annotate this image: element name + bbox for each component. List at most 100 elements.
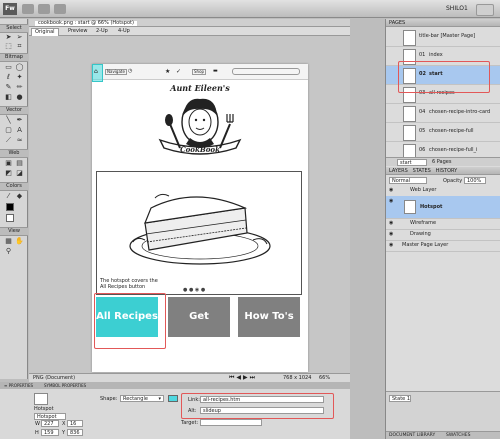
- layer-name: Hotspot: [420, 204, 443, 210]
- doc-type-label: PNG (Document): [33, 375, 76, 381]
- opacity-label: Opacity: [443, 178, 463, 184]
- playback-controls[interactable]: ⏮◀▶⏭: [229, 375, 257, 381]
- tools-panel: Select ➤ ➢ ⬚ ⌗ Bitmap ▭ ◯ ℓ ✦ ✎ ✏ ◧ ● Ve…: [0, 19, 28, 379]
- shape-select[interactable]: Rectangle ▾: [120, 395, 164, 402]
- eye-icon[interactable]: ◉: [389, 188, 395, 193]
- page-name: index: [429, 52, 443, 58]
- check-icon: ✓: [176, 68, 182, 75]
- tab-2up[interactable]: 2-Up: [93, 28, 111, 35]
- slice-tool-icon[interactable]: ▤: [15, 159, 24, 167]
- hotspot-color-swatch[interactable]: [168, 395, 178, 402]
- text-icon[interactable]: A: [15, 126, 24, 134]
- eye-icon[interactable]: ◉: [389, 199, 395, 204]
- stroke-color-swatch[interactable]: [6, 203, 14, 211]
- tab-states[interactable]: STATES: [413, 168, 431, 174]
- shop-button: Shop: [192, 69, 207, 75]
- height-field[interactable]: 159: [41, 429, 59, 436]
- tab-preview[interactable]: Preview: [65, 28, 90, 35]
- tab-layers[interactable]: LAYERS: [389, 168, 408, 174]
- page-nav-bar: ⌂ Navigate ◷ ★ ✓ Shop ▬: [92, 64, 308, 82]
- eraser-icon[interactable]: ◧: [4, 93, 13, 101]
- tab-document-library[interactable]: DOCUMENT LIBRARY: [389, 433, 435, 439]
- blur-icon[interactable]: ●: [15, 93, 24, 101]
- page-count: 6 Pages: [432, 159, 452, 165]
- fill-color-swatch[interactable]: [6, 214, 14, 222]
- knife-icon[interactable]: ⟋: [4, 136, 13, 144]
- scale-icon[interactable]: ⬚: [4, 42, 13, 50]
- zoom-icon[interactable]: [38, 4, 50, 14]
- tab-4up[interactable]: 4-Up: [115, 28, 133, 35]
- symbol-properties-tab[interactable]: SYMBOL PROPERTIES: [44, 383, 86, 388]
- zoom-level[interactable]: 66%: [319, 376, 330, 381]
- zoom-tool-icon[interactable]: ⚲: [4, 247, 13, 255]
- screen-mode-icon[interactable]: ▦: [4, 237, 13, 245]
- magic-wand-icon[interactable]: ✦: [15, 73, 24, 81]
- arrange-icon[interactable]: [54, 4, 66, 14]
- object-thumbnail: [34, 393, 48, 405]
- page-highlight-box: [398, 61, 490, 93]
- layer-thumbnail: [404, 200, 416, 214]
- search-field[interactable]: [476, 4, 494, 16]
- tools-section-web: Web: [0, 149, 28, 158]
- page-row-full[interactable]: 05 chosen-recipe-full: [386, 123, 500, 142]
- pencil-icon[interactable]: ✏: [15, 83, 24, 91]
- pen-icon[interactable]: ✒: [15, 116, 24, 124]
- master-page-row[interactable]: title-bar [Master Page]: [386, 28, 500, 47]
- hide-slices-icon[interactable]: ◩: [4, 169, 13, 177]
- line-icon[interactable]: ╲: [4, 116, 13, 124]
- pages-panel-header[interactable]: PAGES: [386, 19, 500, 27]
- x-field[interactable]: 16: [67, 420, 83, 427]
- layer-hotspot[interactable]: ◉ Hotspot: [386, 196, 500, 219]
- brush-icon[interactable]: ✎: [4, 83, 13, 91]
- status-bar: PNG (Document) ⏮◀▶⏭ 768 x 1024 66%: [29, 373, 350, 382]
- marquee-icon[interactable]: ▭: [4, 63, 13, 71]
- eye-icon[interactable]: ◉: [389, 221, 395, 226]
- properties-tab[interactable]: ≡ PROPERTIES: [4, 383, 33, 388]
- lasso-icon[interactable]: ℓ: [4, 73, 13, 81]
- crop-icon[interactable]: ⌗: [15, 42, 24, 50]
- opacity-field[interactable]: 100%: [464, 177, 486, 184]
- view-tabs: Original Preview 2-Up 4-Up: [29, 27, 350, 36]
- y-field[interactable]: 836: [67, 429, 83, 436]
- app-logo: Fw: [3, 3, 17, 15]
- subselect-icon[interactable]: ➢: [15, 33, 24, 41]
- x-label: X: [62, 421, 66, 427]
- eyedropper-icon[interactable]: ⁄: [4, 192, 13, 200]
- pointer-icon[interactable]: ➤: [4, 33, 13, 41]
- object-type: Hotspot: [34, 406, 54, 412]
- eye-icon[interactable]: ◉: [389, 243, 395, 248]
- tools-section-vector: Vector: [0, 106, 28, 115]
- layer-master-page[interactable]: ◉ Master Page Layer: [386, 240, 500, 252]
- tab-history[interactable]: HISTORY: [436, 168, 458, 174]
- target-select[interactable]: [200, 419, 262, 426]
- page-select[interactable]: start: [397, 159, 427, 166]
- pages-footer: start 6 Pages: [386, 157, 500, 166]
- blend-mode-select[interactable]: Normal: [389, 177, 427, 184]
- hotspot-highlight-box: [94, 293, 166, 349]
- page-name: chosen-recipe-intro-card: [429, 109, 491, 115]
- tab-swatches[interactable]: SWATCHES: [446, 433, 471, 439]
- object-name-field[interactable]: Hotspot: [34, 413, 66, 420]
- hotspot-tool-icon[interactable]: ▣: [4, 159, 13, 167]
- width-field[interactable]: 227: [41, 420, 59, 427]
- layout-icon[interactable]: [22, 4, 34, 14]
- freeform-icon[interactable]: ≈: [15, 136, 24, 144]
- state-select[interactable]: State 1: [389, 395, 411, 402]
- bottom-tabs: DOCUMENT LIBRARY SWATCHES: [386, 431, 500, 439]
- page-row-intro-card[interactable]: 04 chosen-recipe-intro-card: [386, 104, 500, 123]
- paint-bucket-icon[interactable]: ◆: [15, 192, 24, 200]
- eye-icon[interactable]: ◉: [389, 232, 395, 237]
- get-more-button[interactable]: Get More...: [168, 297, 230, 362]
- star-icon: ★: [165, 68, 171, 75]
- ellipse-marquee-icon[interactable]: ◯: [15, 63, 24, 71]
- logo-title: Aunt Eileen's: [169, 83, 230, 93]
- page-thumbnail: [403, 106, 416, 122]
- tab-original[interactable]: Original: [31, 28, 59, 36]
- document-tab[interactable]: cookbook.png : start @ 66% (Hotspot): [35, 20, 137, 26]
- how-tos-button[interactable]: How To's: [238, 297, 300, 337]
- app-toolbar: Fw SHILO1: [0, 0, 500, 18]
- hand-icon[interactable]: ✋: [15, 237, 24, 245]
- show-slices-icon[interactable]: ◪: [15, 169, 24, 177]
- rectangle-icon[interactable]: ▢: [4, 126, 13, 134]
- page-thumbnail: [403, 30, 416, 46]
